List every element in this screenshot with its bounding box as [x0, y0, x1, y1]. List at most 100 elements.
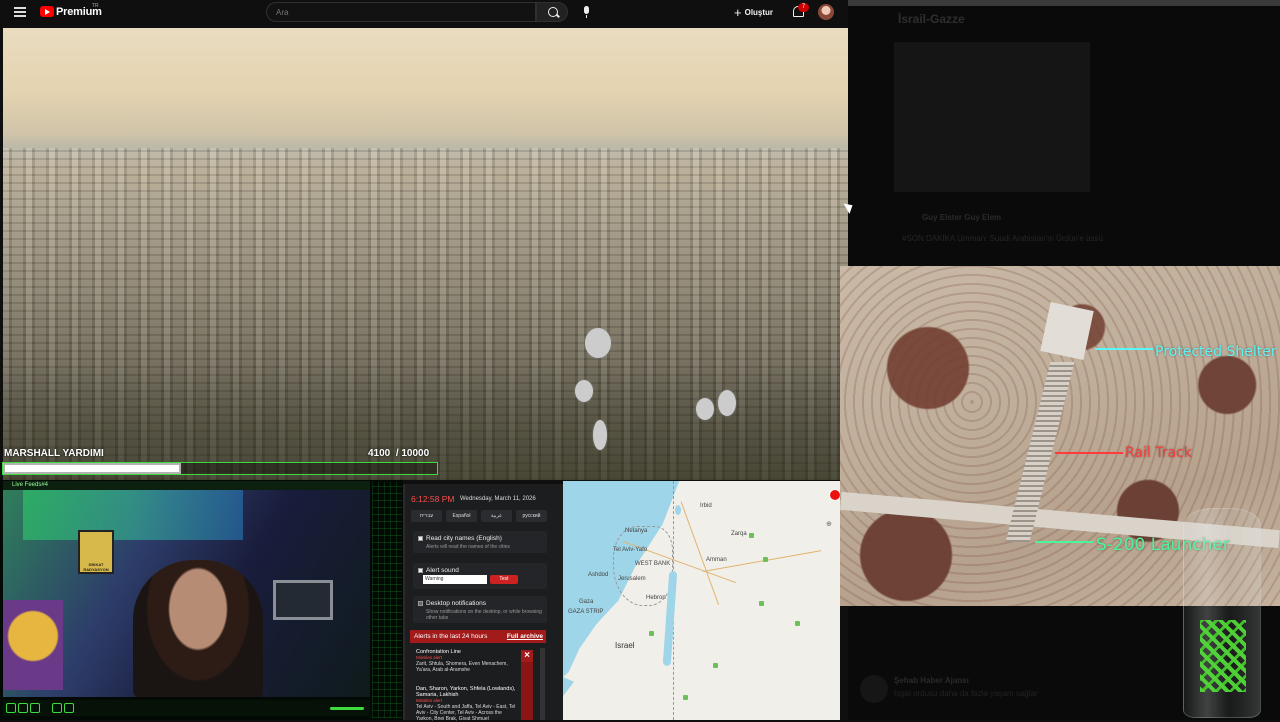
map-marker [749, 533, 754, 538]
desktop-notifications-checkbox[interactable] [418, 601, 423, 606]
rgb-lighting [23, 490, 243, 540]
eject-icon[interactable] [30, 703, 40, 713]
main-video-player[interactable] [3, 28, 848, 480]
glass-fill-graphic [1200, 620, 1246, 692]
alert-clock: 6:12:58 PM [411, 494, 455, 504]
next-icon[interactable] [64, 703, 74, 713]
launcher-pointer [1035, 541, 1093, 543]
satellite-dish [718, 390, 736, 416]
alert-item-body: Zarit, Shtula, Shomera, Even Menachem, Y… [416, 661, 508, 673]
goal-current: 4100 [368, 448, 391, 459]
read-names-checkbox[interactable] [418, 536, 423, 541]
map-zoom-icon[interactable]: ⊕ [826, 520, 832, 528]
streamer [133, 560, 263, 697]
previous-icon[interactable] [52, 703, 62, 713]
map-label-gaza: Gaza [579, 599, 594, 605]
map-label-tel-aviv: Tel Aviv-Yafo [613, 547, 648, 553]
map-label-ashdod: Ashdod [588, 572, 609, 578]
region-code: TR [92, 3, 99, 9]
youtube-logo-icon[interactable] [40, 6, 54, 17]
close-alert-icon[interactable]: × [521, 650, 533, 662]
map-label-jerusalem: Jerusalem [618, 576, 646, 582]
map-marker [713, 663, 718, 668]
feed-avatar[interactable] [860, 675, 888, 703]
test-sound-button[interactable]: Test [490, 575, 518, 584]
shelter-pointer [1095, 348, 1153, 350]
donation-goal-label: MARSHALL YARDIMI [4, 448, 104, 459]
sound-select[interactable]: Warning [423, 575, 487, 584]
feed-media[interactable] [894, 42, 1090, 192]
feed-author[interactable]: Guy Elster Guy Elem [922, 213, 1001, 222]
alert-date: Wednesday, March 11, 2026 [460, 496, 536, 502]
notification-badge: 7 [798, 3, 809, 12]
alert-list-item[interactable]: Confrontation Line Missiles alert Zarit,… [416, 649, 520, 673]
user-avatar[interactable] [818, 4, 834, 20]
desktop-notifications-option[interactable]: Desktop notifications Show notifications… [413, 596, 547, 623]
alert-list-scrollbar[interactable] [540, 648, 545, 720]
search-input[interactable]: Ara [266, 2, 536, 22]
read-names-desc: Alerts will read the names of the cities [426, 544, 510, 550]
desktop-notifications-title: Desktop notifications [426, 600, 486, 607]
donation-progress-bar [2, 462, 438, 475]
goal-separator: / [395, 448, 399, 459]
map-marker [683, 695, 688, 700]
lang-hebrew-button[interactable]: עברית [411, 510, 442, 522]
alert-item-heading: Dan, Sharon, Yarkon, Shfela (Lowlands), … [416, 686, 516, 698]
satellite-dish [696, 398, 714, 420]
alerts-history-header: Alerts in the last 24 hours Full archive [410, 630, 546, 643]
map-marker [763, 557, 768, 562]
plus-icon: + [734, 4, 742, 20]
webcam-title: Live Feeds#4 [3, 481, 370, 490]
language-selector: עברית Español عربية русский [411, 510, 547, 522]
donation-progress-fill [3, 463, 181, 474]
feed-title: İsrail-Gazze [898, 12, 965, 26]
map-label-amman: Amman [706, 557, 727, 563]
read-names-option[interactable]: Read city names (English) Alerts will re… [413, 531, 547, 553]
alert-side-bar [521, 662, 533, 720]
map-marker [649, 631, 654, 636]
browser-chrome-strip [848, 0, 1280, 6]
map-label-hebron: Hebron [646, 595, 666, 601]
satellite-dish [575, 380, 593, 402]
play-icon[interactable] [6, 703, 16, 713]
map-marker [795, 621, 800, 626]
youtube-header: Premium TR Ara + Oluştur 7 [0, 0, 848, 26]
volume-slider[interactable] [330, 707, 364, 710]
full-archive-link[interactable]: Full archive [507, 633, 543, 640]
feed-second-author[interactable]: Şehab Haber Ajansı [894, 676, 969, 685]
map-alert-marker[interactable] [829, 489, 840, 501]
feed-second-text: İşgal ordusu daha da fazla yaşam sağlar [894, 689, 1038, 698]
webcam-feed: DİKKAT RADYASYON [3, 490, 370, 697]
alert-sound-title: Alert sound [426, 567, 459, 574]
map-label-israel: Israel [615, 641, 635, 650]
rail-pointer [1055, 452, 1123, 454]
goal-total: 10000 [401, 448, 430, 459]
map-road [680, 501, 720, 606]
label-rail-track: Rail Track [1125, 445, 1192, 461]
search-button[interactable] [536, 2, 568, 22]
desktop-notifications-desc: Show notifications on the desktop, or wh… [426, 609, 542, 621]
map-marker [759, 601, 764, 606]
lang-russian-button[interactable]: русский [516, 510, 547, 522]
label-protected-shelter: Protected Shelter [1155, 344, 1277, 360]
create-button[interactable]: + Oluştur [734, 4, 773, 20]
alert-map[interactable]: Netanya Tel Aviv-Yafo Ashdod Jerusalem W… [563, 481, 840, 720]
lang-arabic-button[interactable]: عربية [481, 510, 512, 522]
pause-icon[interactable] [18, 703, 28, 713]
alert-item-body: Tel Aviv - South and Jaffa, Tel Aviv - E… [416, 704, 516, 722]
satellite-dish [593, 420, 607, 450]
mediterranean-sea [563, 481, 680, 677]
lang-spanish-button[interactable]: Español [446, 510, 477, 522]
hamburger-menu-icon[interactable] [14, 7, 26, 17]
voice-search-icon[interactable] [578, 2, 596, 22]
read-names-title: Read city names (English) [426, 535, 502, 542]
crt-monitor [273, 580, 333, 620]
alerts-history-title: Alerts in the last 24 hours [414, 633, 488, 640]
sea-of-galilee [675, 505, 681, 515]
create-label: Oluştur [744, 7, 774, 17]
feed-post-text: #SON DAKİKA Umman: Suudi Arabistan'ın Ür… [902, 234, 1103, 243]
map-label-west-bank: WEST BANK [635, 561, 671, 567]
alert-list-item[interactable]: Dan, Sharon, Yarkon, Shfela (Lowlands), … [416, 686, 520, 722]
alert-sound-checkbox[interactable] [418, 568, 423, 573]
plush-toy [3, 600, 63, 690]
